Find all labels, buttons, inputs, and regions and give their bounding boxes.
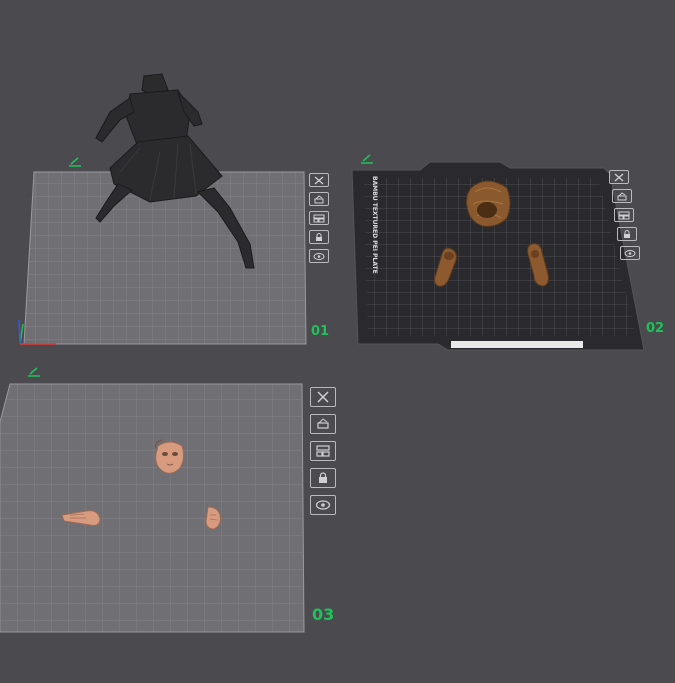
plate-toolbar-02	[609, 170, 640, 265]
arrange-icon[interactable]	[614, 208, 634, 222]
plate-03[interactable]	[0, 382, 308, 634]
edit-icon[interactable]	[68, 154, 82, 167]
auto-orient-icon[interactable]	[309, 192, 329, 206]
bed-tab	[451, 341, 583, 348]
model-hand-right[interactable]	[202, 505, 224, 536]
plate-number-02: 02	[646, 321, 665, 336]
lock-icon[interactable]	[617, 227, 637, 241]
model-hand-left[interactable]	[60, 505, 104, 534]
eye-icon[interactable]	[310, 495, 336, 515]
close-icon[interactable]	[310, 387, 336, 407]
bed-label: BAMBU TEXTURED PEI PLATE	[371, 176, 378, 274]
plate-toolbar-01	[309, 173, 329, 268]
model-shoe-right[interactable]	[526, 242, 552, 293]
plate-number-03: 03	[312, 605, 335, 624]
edit-icon[interactable]	[360, 151, 374, 164]
model-figure-body[interactable]	[90, 72, 260, 277]
auto-orient-icon[interactable]	[310, 414, 336, 434]
plate-number-01: 01	[311, 324, 330, 339]
auto-orient-icon[interactable]	[612, 189, 632, 203]
arrange-icon[interactable]	[310, 441, 336, 461]
model-hair[interactable]	[463, 178, 513, 235]
close-icon[interactable]	[609, 170, 629, 184]
plate-toolbar-03	[310, 387, 336, 522]
model-shoe-left[interactable]	[432, 246, 460, 295]
plate-grid	[0, 383, 305, 633]
arrange-icon[interactable]	[309, 211, 329, 225]
close-icon[interactable]	[309, 173, 329, 187]
model-head[interactable]	[150, 438, 190, 483]
lock-icon[interactable]	[309, 230, 329, 244]
axis-gizmo	[14, 318, 58, 353]
lock-icon[interactable]	[310, 468, 336, 488]
edit-icon[interactable]	[27, 364, 41, 377]
eye-icon[interactable]	[620, 246, 640, 260]
eye-icon[interactable]	[309, 249, 329, 263]
